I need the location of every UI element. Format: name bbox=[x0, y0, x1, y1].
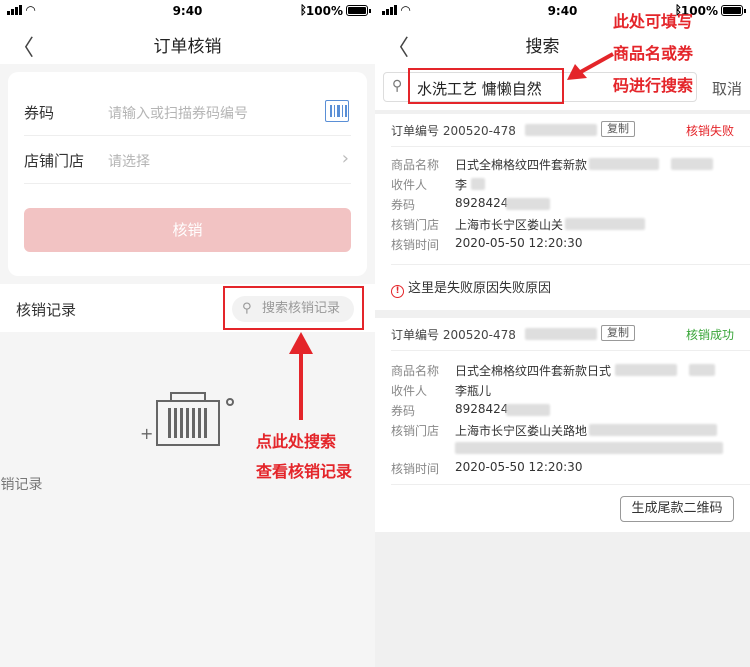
coupon-label: 券码 bbox=[391, 404, 416, 418]
blurred-text bbox=[589, 158, 659, 170]
receiver-value: 李 bbox=[455, 178, 468, 192]
generate-qr-button[interactable]: 生成尾款二维码 bbox=[620, 496, 734, 522]
coupon-value: 8928424 bbox=[455, 196, 509, 210]
product-label: 商品名称 bbox=[391, 158, 440, 172]
store-label: 核销门店 bbox=[391, 218, 440, 232]
store-label: 核销门店 bbox=[391, 424, 440, 438]
arrow-up-icon bbox=[289, 332, 313, 420]
coupon-value: 8928424 bbox=[455, 402, 509, 416]
chevron-right-icon: › bbox=[341, 148, 349, 169]
coupon-label: 券码 bbox=[391, 198, 416, 212]
divider bbox=[391, 350, 750, 351]
fail-reason-text: 这里是失败原因失败原因 bbox=[408, 281, 552, 296]
order-no: 200520-478 bbox=[442, 124, 516, 138]
fail-reason: ! 这里是失败原因失败原因 bbox=[391, 277, 551, 298]
status-badge: 核销成功 bbox=[685, 328, 734, 342]
status-bar: ◠ 9:40 ᛒ 100% bbox=[375, 0, 750, 22]
divider bbox=[391, 484, 750, 485]
blurred-text bbox=[565, 218, 645, 230]
annotation-text-2: 查看核销记录 bbox=[256, 462, 353, 481]
order-no-label: 订单编号 bbox=[391, 328, 440, 342]
annotation-text-3: 码进行搜索 bbox=[613, 76, 694, 95]
order-header: 订单编号 200520-478 复制 核销成功 bbox=[391, 325, 734, 346]
divider bbox=[391, 264, 750, 265]
blurred-text bbox=[471, 178, 485, 190]
coupon-input[interactable]: 请输入或扫描券码编号 bbox=[108, 103, 248, 123]
receiver-label: 收件人 bbox=[391, 178, 428, 192]
product-label: 商品名称 bbox=[391, 364, 440, 378]
annotation-text-1: 点此处搜索 bbox=[256, 432, 337, 451]
order-card: 订单编号 200520-478 复制 核销失败 商品名称 日式全棉格纹四件套新款… bbox=[375, 114, 750, 310]
page-title: 搜索 bbox=[525, 37, 560, 57]
time-value: 2020-05-50 12:20:30 bbox=[455, 460, 583, 474]
battery-icon bbox=[346, 5, 371, 16]
blurred-text bbox=[506, 404, 550, 416]
warning-icon: ! bbox=[391, 285, 404, 298]
store-value: 上海市长宁区娄山关 bbox=[455, 218, 564, 232]
status-badge: 核销失败 bbox=[685, 124, 734, 138]
annotation-text-2: 商品名或券 bbox=[613, 44, 694, 63]
coupon-row: 券码 请输入或扫描券码编号 bbox=[24, 88, 351, 136]
status-bar: ◠ 9:40 ᛒ 100% bbox=[0, 0, 375, 22]
arrow-left-icon bbox=[567, 52, 614, 80]
store-label: 店铺门店 bbox=[24, 152, 85, 170]
annotation-text-1: 此处可填写 bbox=[613, 12, 694, 31]
battery-icon bbox=[721, 5, 746, 16]
verify-button[interactable]: 核销 bbox=[24, 208, 351, 252]
store-select[interactable]: 请选择 bbox=[108, 151, 150, 171]
blurred-text bbox=[689, 364, 715, 376]
order-number-label: 订单编号 200520-478 bbox=[391, 326, 516, 343]
copy-button[interactable]: 复制 bbox=[601, 121, 635, 137]
product-value: 日式全棉格纹四件套新款日式 bbox=[455, 364, 612, 378]
order-no-label: 订单编号 bbox=[391, 124, 440, 138]
search-screen: ◠ 9:40 ᛒ 100% 〈 搜索 ⚲ 水洗工艺 慵懒自然 取消 订单编号 2… bbox=[375, 0, 750, 667]
receiver-value: 李瓶儿 bbox=[455, 384, 492, 398]
blurred-text bbox=[455, 442, 723, 454]
verify-order-screen: ◠ 9:40 ᛒ 100% 〈 订单核销 券码 请输入或扫描券码编号 店铺门店 … bbox=[0, 0, 375, 667]
empty-text: 暂无核销记录 bbox=[0, 477, 43, 493]
time-label: 核销时间 bbox=[391, 238, 440, 252]
nav-bar: 〈 搜索 bbox=[375, 22, 750, 64]
blurred-text bbox=[671, 158, 713, 170]
nav-bar: 〈 订单核销 bbox=[0, 22, 375, 64]
store-row[interactable]: 店铺门店 请选择 › bbox=[24, 136, 351, 184]
barcode-scan-icon[interactable] bbox=[325, 100, 349, 122]
time-value: 2020-05-50 12:20:30 bbox=[455, 236, 583, 250]
divider bbox=[391, 146, 750, 147]
verify-form-card: 券码 请输入或扫描券码编号 店铺门店 请选择 › 核销 bbox=[8, 72, 367, 276]
blurred-text bbox=[589, 424, 717, 436]
cancel-button[interactable]: 取消 bbox=[712, 78, 742, 99]
search-icon: ⚲ bbox=[392, 78, 403, 94]
blurred-text bbox=[525, 328, 597, 340]
order-no: 200520-478 bbox=[442, 328, 516, 342]
coupon-label: 券码 bbox=[24, 104, 55, 122]
order-header: 订单编号 200520-478 复制 核销失败 bbox=[391, 121, 734, 142]
receiver-label: 收件人 bbox=[391, 384, 428, 398]
order-number-label: 订单编号 200520-478 bbox=[391, 122, 516, 139]
empty-cart-icon: + bbox=[140, 388, 240, 458]
blurred-text bbox=[525, 124, 597, 136]
highlight-box bbox=[408, 68, 564, 104]
blurred-text bbox=[506, 198, 550, 210]
page-title: 订单核销 bbox=[153, 37, 222, 57]
blurred-text bbox=[615, 364, 677, 376]
product-value: 日式全棉格纹四件套新款 bbox=[455, 158, 588, 172]
highlight-box bbox=[223, 286, 364, 330]
time-label: 核销时间 bbox=[391, 462, 440, 476]
battery-percent: 100% bbox=[305, 4, 343, 18]
record-label: 核销记录 bbox=[16, 301, 77, 319]
order-card: 订单编号 200520-478 复制 核销成功 商品名称 日式全棉格纹四件套新款… bbox=[375, 318, 750, 532]
store-value: 上海市长宁区娄山关路地 bbox=[455, 424, 588, 438]
copy-button[interactable]: 复制 bbox=[601, 325, 635, 341]
